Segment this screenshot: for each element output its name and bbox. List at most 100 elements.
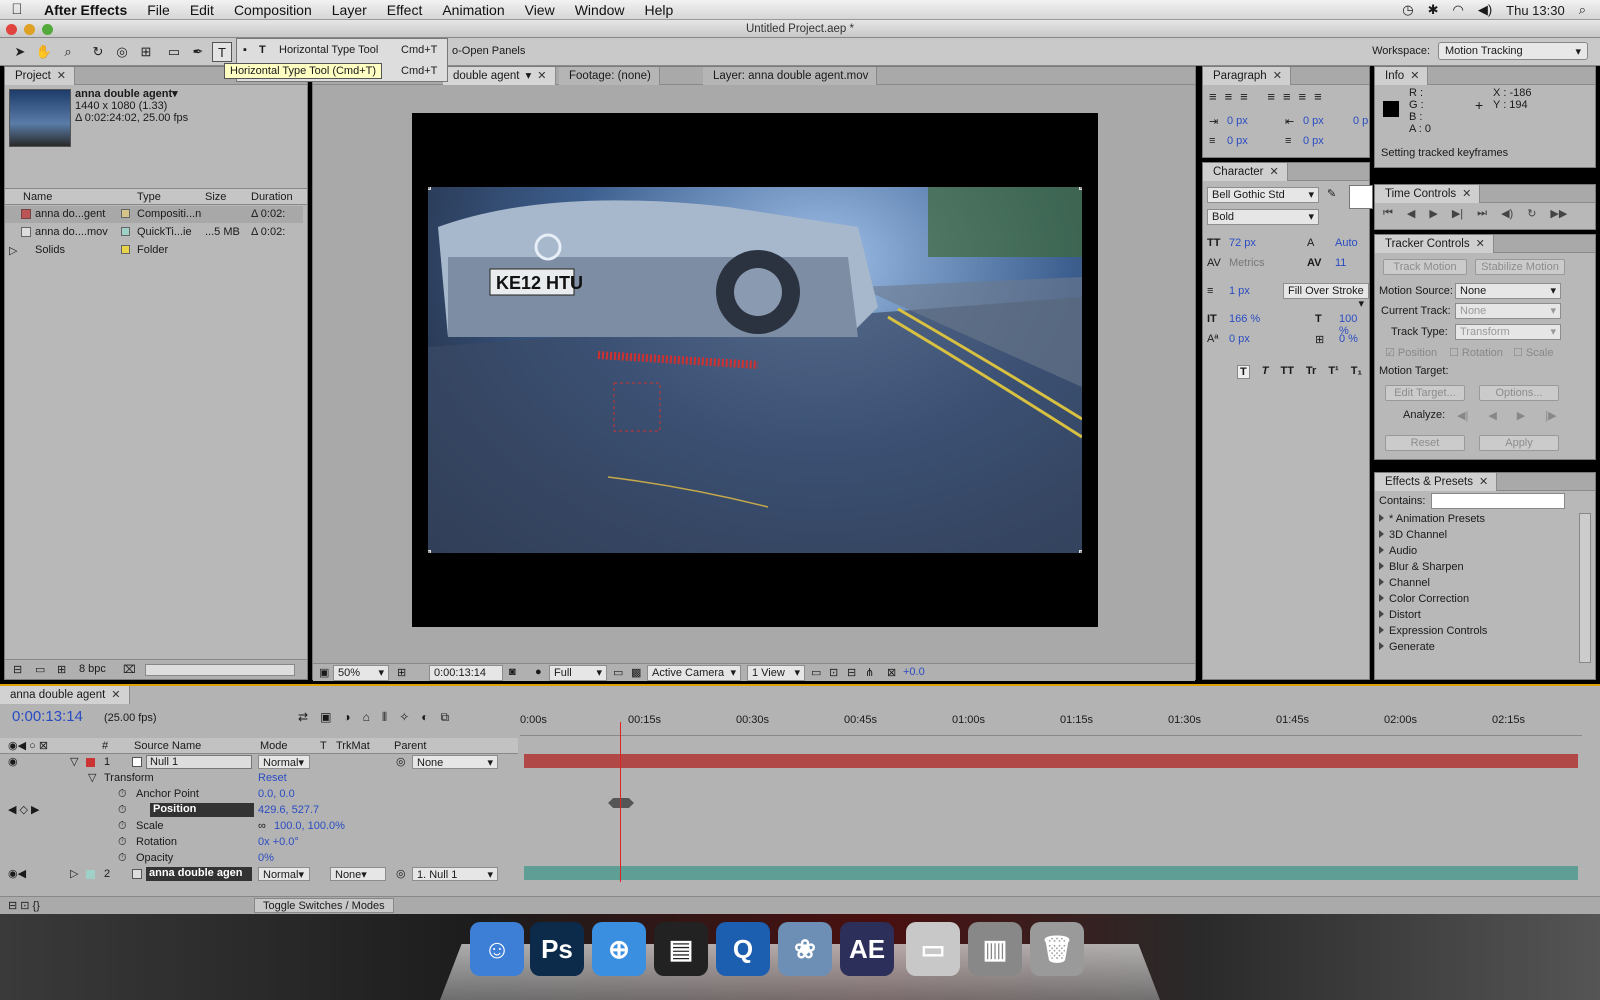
magnification-select[interactable]: 50% ▾ <box>333 665 389 681</box>
tsume-field[interactable]: 0 % <box>1339 333 1358 345</box>
close-tab-icon[interactable]: ✕ <box>1476 235 1485 253</box>
tab-paragraph[interactable]: Paragraph ✕ <box>1203 67 1291 85</box>
timeline-layer-row[interactable]: ◉◀ ▷ 2 anna double agen Normal▾ None▾ ◎ … <box>0 866 518 882</box>
track-motion-button[interactable]: Track Motion <box>1383 259 1467 275</box>
list-item[interactable]: Blur & Sharpen <box>1379 561 1559 577</box>
menu-layer[interactable]: Layer <box>322 2 377 18</box>
expand-triangle-icon[interactable]: ▽ <box>70 754 78 770</box>
ram-preview-icon[interactable]: ▶▶ <box>1550 207 1567 220</box>
expand-triangle-icon[interactable]: ▽ <box>88 770 96 786</box>
snapshot-icon[interactable]: ◙ <box>509 666 516 678</box>
exposure-value[interactable]: +0.0 <box>903 666 925 678</box>
close-tab-icon[interactable]: ✕ <box>57 67 66 85</box>
vertical-scrollbar[interactable] <box>1579 513 1591 663</box>
scale-checkbox[interactable]: ☐ Scale <box>1513 346 1553 359</box>
list-item[interactable]: Generate <box>1379 641 1559 657</box>
vertical-scale-field[interactable]: 166 % <box>1229 313 1260 325</box>
timeline-current-time[interactable]: 0:00:13:14 <box>12 708 83 725</box>
analyze-forward-icon[interactable]: ▶ <box>1517 409 1525 422</box>
current-track-select[interactable]: None ▾ <box>1455 303 1561 319</box>
dock-icon-documents[interactable]: ▥ <box>968 922 1022 976</box>
property-value[interactable]: 0.0, 0.0 <box>258 786 295 802</box>
constrain-proportions-icon[interactable]: ∞ <box>258 818 266 834</box>
previous-frame-icon[interactable]: ◀ <box>1407 207 1415 220</box>
faux-italic-button[interactable]: T <box>1262 365 1269 379</box>
footage-frame[interactable]: KE12 HTU <box>428 187 1082 553</box>
kerning-field[interactable]: Metrics <box>1229 257 1264 269</box>
tab-effects-presets[interactable]: Effects & Presets ✕ <box>1375 473 1498 491</box>
transparency-grid-icon[interactable]: ▩ <box>631 666 641 679</box>
current-time-field[interactable]: 0:00:13:14 <box>429 665 503 681</box>
horizontal-scrollbar[interactable] <box>145 664 295 676</box>
eyedropper-icon[interactable]: ✎ <box>1327 187 1336 200</box>
layer-handle[interactable] <box>428 187 431 190</box>
parent-select[interactable]: 1. Null 1 ▾ <box>412 867 498 881</box>
col-number[interactable]: # <box>102 738 108 754</box>
parent-select[interactable]: None ▾ <box>412 755 498 769</box>
list-item[interactable]: Audio <box>1379 545 1559 561</box>
position-checkbox[interactable]: ☑ Position <box>1385 346 1437 359</box>
small-caps-button[interactable]: Tr <box>1306 365 1316 379</box>
zoom-window-icon[interactable] <box>42 24 53 35</box>
close-tab-icon[interactable]: ✕ <box>1410 67 1419 85</box>
fill-color-swatch[interactable] <box>1349 185 1373 209</box>
last-frame-icon[interactable]: ⏭ <box>1477 207 1487 220</box>
tab-composition[interactable]: double agent ▾ ✕ <box>443 67 556 85</box>
project-row[interactable]: anna do...gent Compositi...n Δ 0:02: <box>5 206 303 223</box>
minimize-window-icon[interactable] <box>24 24 35 35</box>
analyze-forward-frame-icon[interactable]: |▶ <box>1545 409 1556 422</box>
layer-handle[interactable] <box>428 550 431 553</box>
tab-info[interactable]: Info ✕ <box>1375 67 1429 85</box>
dock-icon-preview[interactable]: ▭ <box>906 922 960 976</box>
baseline-shift-field[interactable]: 0 px <box>1229 333 1250 345</box>
first-frame-icon[interactable]: ⏮ <box>1383 207 1393 220</box>
pick-whip-icon[interactable]: ◎ <box>396 754 406 770</box>
reset-button[interactable]: Reset <box>1385 435 1465 451</box>
tab-project[interactable]: Project ✕ <box>5 67 76 85</box>
property-value[interactable]: 100.0, 100.0% <box>274 818 345 834</box>
list-item[interactable]: Color Correction <box>1379 593 1559 609</box>
spotlight-icon[interactable]: ⌕ <box>1579 2 1586 18</box>
zoom-tool-icon[interactable]: ⌕ <box>58 42 78 62</box>
analyze-back-frame-icon[interactable]: ◀| <box>1457 409 1468 422</box>
stopwatch-icon[interactable]: ⏱ <box>118 834 127 850</box>
col-name[interactable]: Name <box>23 191 52 203</box>
font-style-select[interactable]: Bold ▾ <box>1207 209 1319 225</box>
menu-file[interactable]: File <box>137 2 180 18</box>
list-item[interactable]: Expression Controls <box>1379 625 1559 641</box>
all-caps-button[interactable]: TT <box>1280 365 1293 379</box>
pan-behind-tool-icon[interactable]: ⊞ <box>136 42 156 62</box>
expand-triangle-icon[interactable]: ▷ <box>70 866 78 882</box>
reset-exposure-icon[interactable]: ⊠ <box>887 666 896 679</box>
play-icon[interactable]: ▶ <box>1429 207 1437 220</box>
flyout-item-horizontal-type[interactable]: ▪ T Horizontal Type Tool Cmd+T <box>237 40 447 60</box>
dock-icon-safari[interactable]: ⊕ <box>592 922 646 976</box>
always-preview-icon[interactable]: ▣ <box>319 666 329 679</box>
property-value[interactable]: 0% <box>258 850 274 866</box>
interpret-footage-icon[interactable]: ⊟ <box>13 663 22 676</box>
dock-icon-trash[interactable]: 🗑 <box>1030 922 1084 976</box>
playhead[interactable] <box>620 722 621 882</box>
time-machine-icon[interactable]: ◷ <box>1402 2 1413 18</box>
bit-depth-button[interactable]: 8 bpc <box>79 663 106 675</box>
rectangle-tool-icon[interactable]: ▭ <box>164 42 184 62</box>
graph-editor-icon[interactable]: ⧉ <box>441 710 450 725</box>
toggle-pixel-aspect-icon[interactable]: ▭ <box>811 666 821 679</box>
col-t[interactable]: T <box>320 738 327 754</box>
next-frame-icon[interactable]: ▶| <box>1452 207 1463 220</box>
label-color-swatch[interactable] <box>121 227 130 236</box>
menu-window[interactable]: Window <box>565 2 635 18</box>
audio-icon[interactable]: ◀) <box>1501 207 1513 220</box>
new-folder-icon[interactable]: ▭ <box>35 663 45 676</box>
apple-menu-icon[interactable]:  <box>0 1 34 18</box>
col-source-name[interactable]: Source Name <box>134 738 201 754</box>
property-row[interactable]: ⏱ Anchor Point 0.0, 0.0 <box>0 786 518 802</box>
list-item[interactable]: Channel <box>1379 577 1559 593</box>
project-row[interactable]: anna do....mov QuickTi...ie ...5 MB Δ 0:… <box>5 224 303 241</box>
leading-field[interactable]: Auto <box>1335 237 1358 249</box>
col-duration[interactable]: Duration <box>251 191 293 203</box>
bluetooth-icon[interactable]: ✱ <box>1428 2 1439 18</box>
hide-shy-layers-icon[interactable]: ◑ <box>343 710 350 725</box>
superscript-button[interactable]: T¹ <box>1328 365 1338 379</box>
tab-layer[interactable]: Layer: anna double agent.mov <box>703 67 878 85</box>
